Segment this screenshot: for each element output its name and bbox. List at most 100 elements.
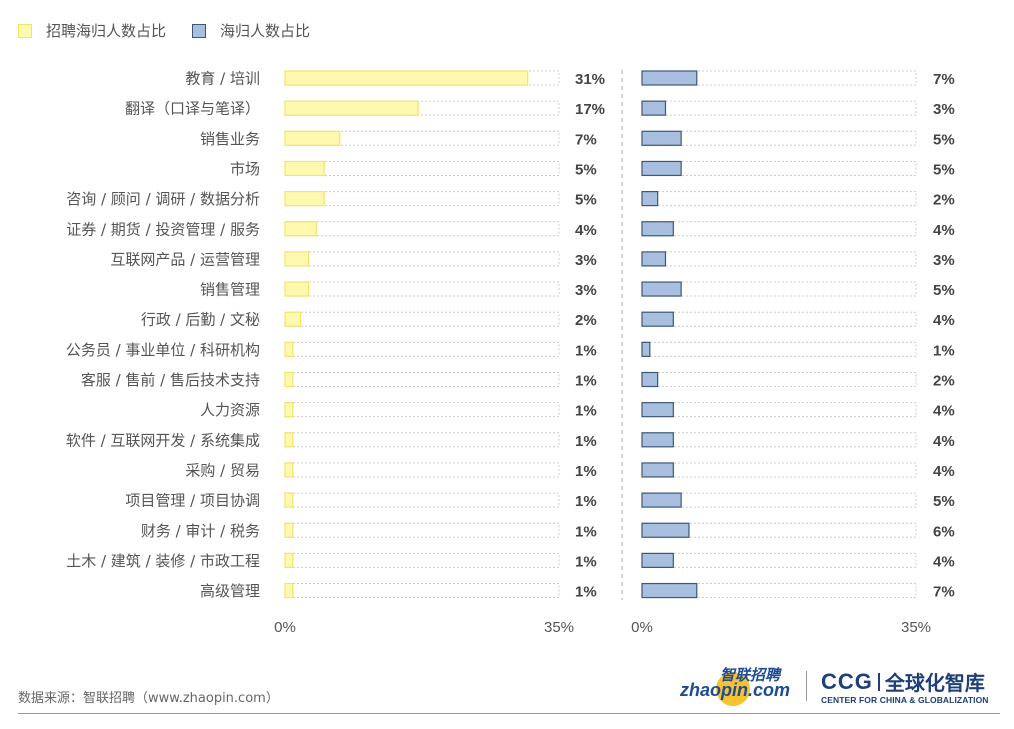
value-label-right: 7% [933, 71, 955, 88]
bar-left [284, 582, 294, 599]
bar-track-right [641, 341, 917, 357]
bar-left [284, 100, 419, 116]
value-label-left: 5% [575, 192, 597, 209]
value-label-left: 1% [575, 373, 597, 390]
bar-track-right [641, 251, 917, 267]
category-label: 销售管理 [200, 281, 260, 299]
bar-track-left [284, 372, 560, 387]
value-label-right: 1% [933, 342, 955, 359]
bar-track-right [641, 372, 917, 387]
bar-left [284, 552, 294, 569]
bar-right [641, 221, 674, 237]
category-label: 行政 / 后勤 / 文秘 [141, 311, 260, 329]
x-tick-label-right-min: 0% [631, 619, 653, 636]
value-label-right: 2% [933, 192, 955, 209]
value-label-left: 7% [575, 131, 597, 148]
bar-left [284, 70, 529, 86]
bar-track-left [284, 251, 560, 267]
logo-separator [806, 671, 807, 701]
bar-right [641, 552, 674, 569]
value-label-right: 5% [933, 161, 955, 178]
bar-track-left [284, 583, 560, 599]
bar-track-right [641, 221, 917, 237]
category-label: 人力资源 [200, 401, 260, 419]
bar-left [284, 492, 294, 508]
value-label-right: 5% [933, 493, 955, 510]
bar-right [641, 432, 674, 448]
value-label-right: 3% [933, 252, 955, 269]
bar-left [284, 160, 325, 177]
bar-right [641, 191, 659, 207]
zhaopin-logo-en: zhaopin.com [680, 680, 791, 700]
bar-right [641, 341, 651, 357]
bar-track-left [284, 281, 560, 297]
bar-left [284, 432, 294, 448]
logos: 智联招聘 zhaopin.com CCG 全球化智库 CENTER FOR CH… [680, 666, 989, 706]
bar-track-left [284, 492, 560, 508]
bar-left [284, 402, 294, 418]
category-label: 采购 / 贸易 [185, 461, 260, 479]
bar-track-right [641, 281, 917, 297]
bar-track-left [284, 160, 560, 176]
x-tick-label-right-max: 35% [901, 619, 931, 636]
ccg-logo-cn: 全球化智库 [884, 671, 985, 695]
bar-left [284, 311, 302, 327]
category-label: 土木 / 建筑 / 装修 / 市政工程 [66, 552, 260, 570]
category-label: 项目管理 / 项目协调 [125, 492, 260, 510]
bar-track-right [641, 311, 917, 327]
value-label-right: 4% [933, 403, 955, 420]
value-label-left: 1% [575, 523, 597, 540]
bar-right [641, 311, 674, 327]
ccg-logo-abbr: CCG [821, 668, 873, 694]
bar-right [641, 160, 682, 177]
ccg-logo-en: CENTER FOR CHINA & GLOBALIZATION [821, 695, 989, 705]
category-label: 互联网产品 / 运营管理 [110, 250, 260, 268]
value-label-right: 2% [933, 373, 955, 390]
category-label: 咨询 / 顾问 / 调研 / 数据分析 [66, 190, 260, 208]
bar-track-right [641, 402, 917, 418]
value-label-left: 4% [575, 222, 597, 239]
category-label: 证券 / 期货 / 投资管理 / 服务 [66, 220, 260, 238]
category-label: 客服 / 售前 / 售后技术支持 [81, 371, 260, 389]
category-label: 市场 [230, 160, 260, 178]
value-label-left: 5% [575, 161, 597, 178]
bar-left [284, 191, 325, 207]
value-label-right: 6% [933, 523, 955, 540]
x-tick-label-left-max: 35% [544, 619, 574, 636]
value-label-right: 7% [933, 584, 955, 601]
bottom-divider [18, 713, 1000, 714]
bar-track-right [641, 130, 917, 146]
bar-right [641, 522, 690, 538]
bar-track-left [284, 522, 560, 538]
x-tick-label-left-min: 0% [274, 619, 296, 636]
bar-left [284, 130, 341, 146]
value-label-left: 17% [575, 101, 605, 118]
bar-track-right [641, 100, 917, 116]
bar-track-left [284, 221, 560, 237]
category-label: 高级管理 [200, 582, 260, 600]
bar-track-right [641, 160, 917, 176]
bar-left [284, 251, 310, 267]
bar-right [641, 251, 667, 267]
value-label-left: 3% [575, 252, 597, 269]
bar-right [641, 281, 682, 297]
bar-track-left [284, 191, 560, 207]
bar-right [641, 70, 698, 86]
bar-right [641, 402, 674, 418]
data-source: 数据来源：智联招聘（www.zhaopin.com） [18, 691, 279, 706]
value-label-left: 1% [575, 403, 597, 420]
value-label-left: 1% [575, 342, 597, 359]
bar-track-right [641, 492, 917, 508]
category-label: 翻译（口译与笔译） [125, 100, 260, 118]
bar-chart: 教育 / 培训 31% 7% 翻译（口译与笔译） 17% 3% 销售业务 7% 5% 市场 5% 5%… [66, 70, 955, 637]
category-label: 财务 / 审计 / 税务 [141, 522, 260, 540]
value-label-right: 4% [933, 222, 955, 239]
category-label: 公务员 / 事业单位 / 科研机构 [66, 341, 260, 359]
value-label-left: 2% [575, 312, 597, 329]
category-label: 教育 / 培训 [185, 70, 260, 88]
value-label-left: 3% [575, 282, 597, 299]
bar-track-right [641, 432, 917, 448]
value-label-right: 5% [933, 131, 955, 148]
bar-left [284, 281, 310, 297]
ccg-logo: CCG 全球化智库 CENTER FOR CHINA & GLOBALIZATI… [821, 667, 989, 706]
